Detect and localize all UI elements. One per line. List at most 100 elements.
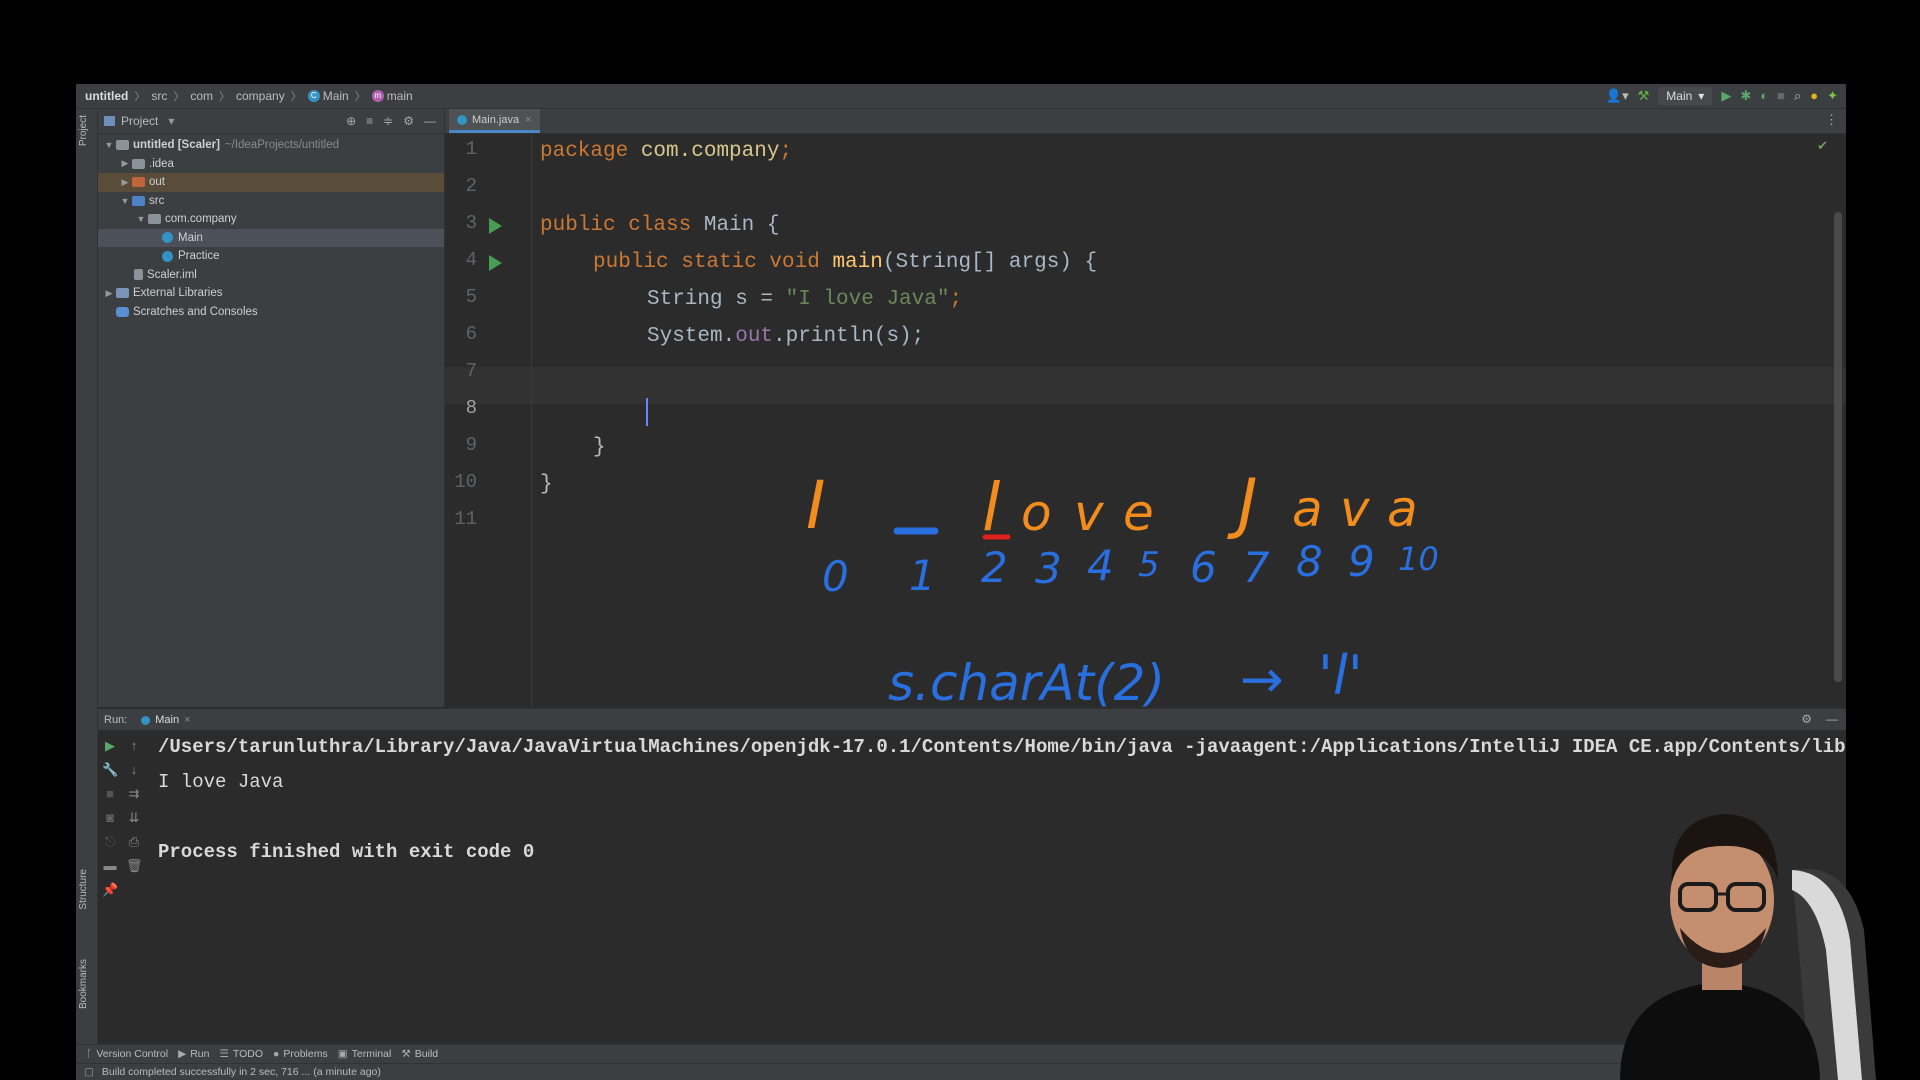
method-name: main bbox=[832, 251, 883, 274]
branch-icon: ᚴ bbox=[86, 1048, 93, 1060]
wrench-icon[interactable]: 🔧 bbox=[102, 762, 118, 778]
plugin-icon[interactable]: ✦ bbox=[1827, 84, 1838, 108]
run-configuration-selector[interactable]: Main ▾ bbox=[1658, 87, 1713, 105]
tree-item-untitled[interactable]: ▼ untitled [Scaler] ~/IdeaProjects/untit… bbox=[98, 136, 444, 155]
tree-item-label: Scratches and Consoles bbox=[133, 305, 258, 318]
breadcrumb: untitled 〉 src 〉 com 〉 company 〉 C Main 〉… bbox=[76, 88, 413, 104]
tree-item-src[interactable]: ▼ src bbox=[98, 192, 444, 211]
trash-icon[interactable]: 🗑 bbox=[126, 858, 143, 874]
search-icon[interactable]: ⌕ bbox=[1794, 84, 1801, 108]
editor-scrollbar[interactable] bbox=[1834, 212, 1842, 682]
tab-run-main[interactable]: Main × bbox=[141, 714, 191, 726]
tab-build[interactable]: ⚒ Build bbox=[401, 1048, 438, 1060]
class-icon bbox=[162, 250, 173, 262]
tree-item-label: Practice bbox=[178, 250, 220, 263]
code-line-4: public static void main(String[] args) { bbox=[593, 251, 1097, 274]
expand-all-icon[interactable]: ≡ bbox=[366, 114, 373, 128]
tab-terminal[interactable]: ▣ Terminal bbox=[338, 1048, 392, 1060]
tab-todo[interactable]: ☰ TODO bbox=[219, 1048, 263, 1060]
library-icon bbox=[116, 288, 129, 299]
run-tab-label: Main bbox=[155, 714, 180, 726]
collapse-all-icon[interactable]: ≑ bbox=[383, 114, 393, 128]
tab-problems[interactable]: ● Problems bbox=[273, 1048, 328, 1060]
tree-item-scratches[interactable]: Scratches and Consoles bbox=[98, 303, 444, 322]
method-icon: m bbox=[371, 90, 384, 102]
run-gutter-icon[interactable] bbox=[489, 218, 502, 234]
exit-icon[interactable]: ⎋ bbox=[102, 834, 118, 850]
line-number: 7 bbox=[465, 360, 477, 382]
keyword: package bbox=[540, 140, 629, 163]
bookmarks-tool-label[interactable]: Bookmarks bbox=[78, 959, 89, 1009]
system-class: System. bbox=[647, 325, 736, 348]
print-icon[interactable]: ⎙ bbox=[126, 834, 142, 850]
breadcrumb-method[interactable]: m main bbox=[371, 89, 413, 103]
user-icon[interactable]: 👤▾ bbox=[1606, 84, 1629, 108]
scroll-down-icon[interactable]: ↓ bbox=[126, 762, 142, 777]
camera-icon[interactable]: ◙ bbox=[102, 810, 118, 825]
locate-icon[interactable]: ⊕ bbox=[346, 114, 356, 128]
chevron-right-icon: ▶ bbox=[121, 158, 129, 169]
tree-item-path: ~/IdeaProjects/untitled bbox=[224, 139, 340, 152]
debug-icon[interactable]: ✱ bbox=[1740, 84, 1751, 108]
breadcrumb-src[interactable]: src bbox=[151, 89, 167, 103]
navigation-bar: untitled 〉 src 〉 com 〉 company 〉 C Main 〉… bbox=[76, 84, 1846, 109]
run-icon[interactable]: ▶ bbox=[1721, 84, 1731, 108]
console-output-line: I love Java bbox=[158, 771, 284, 793]
breadcrumb-class[interactable]: C Main bbox=[307, 89, 349, 103]
hide-icon[interactable]: — bbox=[424, 114, 436, 128]
soft-wrap-icon[interactable]: ⇉ bbox=[126, 786, 142, 802]
status-square-icon[interactable]: ▢ bbox=[84, 1066, 94, 1078]
field-name: out bbox=[735, 325, 774, 348]
inspection-ok-icon[interactable]: ✔ bbox=[1817, 138, 1828, 154]
breadcrumb-com[interactable]: com bbox=[190, 89, 213, 103]
tree-item-scaler-iml[interactable]: Scaler.iml bbox=[98, 266, 444, 285]
pin-icon[interactable]: 📌 bbox=[102, 882, 118, 898]
tab-main-java[interactable]: Main.java × bbox=[449, 109, 540, 133]
scratches-icon bbox=[116, 306, 129, 317]
project-tool-label[interactable]: Project bbox=[78, 115, 89, 146]
run-icon: ▶ bbox=[178, 1048, 187, 1060]
run-panel-label: Run: bbox=[104, 714, 128, 726]
tree-item-external-libraries[interactable]: ▶ External Libraries bbox=[98, 284, 444, 303]
tree-item-practice[interactable]: Practice bbox=[98, 247, 444, 266]
tab-version-control[interactable]: ᚴ Version Control bbox=[86, 1048, 168, 1060]
run-gutter-icon[interactable] bbox=[489, 255, 502, 271]
stop-icon[interactable]: ■ bbox=[102, 786, 118, 801]
coverage-icon[interactable]: ◐ bbox=[1760, 84, 1768, 108]
gear-icon[interactable]: ⚙ bbox=[403, 114, 414, 128]
chevron-down-icon: ▼ bbox=[104, 140, 114, 151]
structure-tool-label[interactable]: Structure bbox=[78, 869, 89, 910]
close-icon[interactable]: × bbox=[184, 714, 190, 726]
more-options-icon[interactable]: ⋮ bbox=[1825, 112, 1838, 128]
breadcrumb-class-label: Main bbox=[322, 89, 349, 103]
tree-item-com-company[interactable]: ▼ com.company bbox=[98, 210, 444, 229]
close-icon[interactable]: × bbox=[525, 114, 531, 126]
chevron-down-icon[interactable]: ▾ bbox=[168, 114, 174, 128]
line-number: 5 bbox=[465, 286, 477, 308]
status-message[interactable]: Build completed successfully in 2 sec, 7… bbox=[102, 1066, 381, 1078]
gear-icon[interactable]: ⚙ bbox=[1801, 712, 1812, 726]
stop-icon[interactable]: ■ bbox=[1777, 84, 1785, 108]
tree-item-idea[interactable]: ▶ .idea bbox=[98, 155, 444, 174]
current-line-highlight bbox=[445, 367, 1846, 404]
project-view-icon bbox=[104, 116, 115, 126]
declaration: String s = bbox=[647, 288, 786, 311]
breadcrumb-project[interactable]: untitled bbox=[85, 89, 128, 103]
tree-item-main[interactable]: Main bbox=[98, 228, 444, 247]
breadcrumb-company[interactable]: company bbox=[236, 89, 285, 103]
build-hammer-icon[interactable]: ⚒ bbox=[1638, 84, 1650, 108]
tab-run[interactable]: ▶ Run bbox=[178, 1048, 209, 1060]
scroll-up-icon[interactable]: ↑ bbox=[126, 738, 142, 753]
project-panel: Project ▾ ⊕ ≡ ≑ ⚙ — ▼ untitled [Scaler] … bbox=[98, 109, 445, 707]
code-editor[interactable]: 1 2 3 4 5 6 7 8 9 10 11 package com.comp… bbox=[445, 134, 1846, 707]
tree-item-label: src bbox=[149, 194, 165, 207]
layout-icon[interactable]: ▬ bbox=[102, 858, 118, 873]
code-line-3: public class Main { bbox=[540, 214, 779, 237]
project-panel-title[interactable]: Project bbox=[121, 114, 158, 128]
rerun-icon[interactable]: ▶ bbox=[102, 738, 118, 754]
method-params: (String[] args) { bbox=[882, 251, 1098, 274]
scroll-to-end-icon[interactable]: ⇊ bbox=[126, 810, 142, 826]
hide-icon[interactable]: — bbox=[1826, 712, 1838, 726]
update-icon[interactable]: ● bbox=[1810, 84, 1818, 108]
tree-item-out[interactable]: ▶ out bbox=[98, 173, 444, 192]
